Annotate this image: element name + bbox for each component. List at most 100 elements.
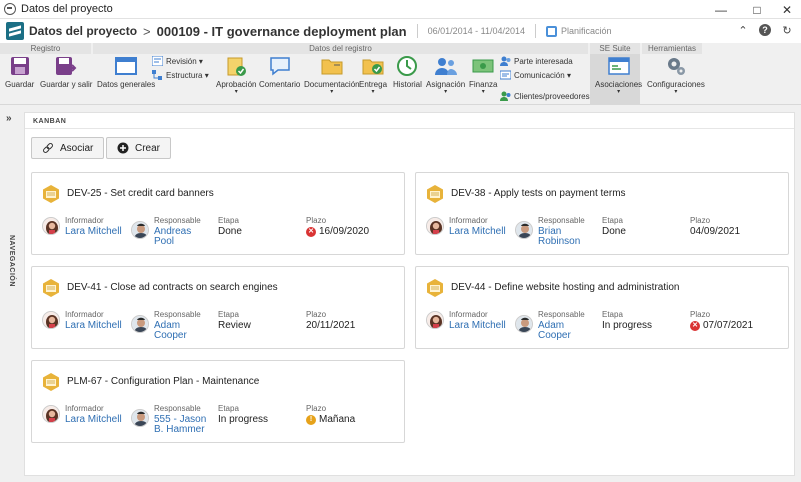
avatar-jason xyxy=(131,409,149,427)
card-title[interactable]: DEV-25 - Set credit card banners xyxy=(67,188,214,199)
settings-label: Configuraciones xyxy=(647,80,705,89)
divider xyxy=(25,128,794,129)
phase-label: Planificación xyxy=(561,26,612,36)
general-data-button[interactable]: Datos generales xyxy=(97,55,155,89)
refresh-button[interactable]: ↻ xyxy=(779,22,795,38)
users-icon xyxy=(434,55,458,77)
create-label: Crear xyxy=(135,142,161,154)
kanban-title: KANBAN xyxy=(33,118,67,125)
card-title[interactable]: PLM-67 - Configuration Plan - Maintenanc… xyxy=(67,376,259,387)
task-icon xyxy=(42,373,60,391)
save-button[interactable]: Guardar xyxy=(5,55,34,89)
documentation-button[interactable]: Documentación ▾ xyxy=(304,55,360,95)
history-button[interactable]: Historial xyxy=(393,55,422,89)
chevron-down-icon: ▾ xyxy=(617,89,621,95)
reporter-value[interactable]: Lara Mitchell xyxy=(65,414,122,425)
responsible-label: Responsable xyxy=(154,216,201,225)
project-name: 000109 - IT governance deployment plan xyxy=(156,23,407,39)
avatar-brian xyxy=(515,221,533,239)
reporter-avatar xyxy=(42,311,60,329)
responsible-value-line2[interactable]: Robinson xyxy=(538,236,580,247)
associate-button[interactable]: Asociar xyxy=(31,137,105,159)
card-title[interactable]: DEV-44 - Define website hosting and admi… xyxy=(451,282,679,293)
due-value: ✕ 16/09/2020 xyxy=(306,226,369,237)
reporter-label: Informador xyxy=(65,310,104,319)
maximize-button[interactable]: □ xyxy=(743,0,771,19)
stage-value: In progress xyxy=(602,320,653,331)
reporter-avatar xyxy=(42,405,60,423)
header-title: Datos del proyecto xyxy=(29,24,138,38)
collapse-button[interactable]: ⌃ xyxy=(735,22,751,38)
help-button[interactable]: ? xyxy=(757,22,773,38)
comment-icon xyxy=(268,55,292,77)
project-dates: 06/01/2014 - 11/04/2014 xyxy=(427,26,526,36)
save-icon xyxy=(8,55,32,77)
finance-button[interactable]: Finanza ▾ xyxy=(469,55,497,95)
responsible-value-line2[interactable]: Pool xyxy=(154,236,174,247)
create-button[interactable]: Crear xyxy=(106,137,172,159)
overdue-alert-icon: ✕ xyxy=(306,226,316,237)
communication-icon xyxy=(500,70,511,80)
navigation-panel[interactable]: » NAVEGACIÓN xyxy=(0,105,24,482)
due-value: ✕ 07/07/2021 xyxy=(690,320,753,331)
delivery-label: Entrega xyxy=(359,80,388,89)
stakeholder-button[interactable]: Parte interesada xyxy=(500,56,573,66)
responsible-label: Responsable xyxy=(538,310,585,319)
double-chevron-right-icon[interactable]: » xyxy=(6,113,12,124)
responsible-label: Responsable xyxy=(154,404,201,413)
associations-button[interactable]: Asociaciones ▾ xyxy=(595,55,642,95)
structure-dropdown[interactable]: Estructura ▾ xyxy=(152,70,209,80)
comment-button[interactable]: Comentario xyxy=(259,55,300,89)
card-title[interactable]: DEV-38 - Apply tests on payment terms xyxy=(451,188,626,199)
due-label: Plazo xyxy=(690,310,711,319)
close-window-button[interactable]: ✕ xyxy=(773,0,801,19)
save-and-exit-button[interactable]: Guardar y salir xyxy=(40,55,92,89)
due-label: Plazo xyxy=(306,216,327,225)
kanban-card[interactable]: DEV-38 - Apply tests on payment terms In… xyxy=(415,172,789,255)
documentation-label: Documentación xyxy=(304,80,360,89)
stakeholder-label: Parte interesada xyxy=(514,56,573,66)
reporter-label: Informador xyxy=(65,404,104,413)
phase-icon xyxy=(546,25,558,37)
structure-label: Estructura xyxy=(166,70,203,80)
group-label-registro: Registro xyxy=(0,43,91,54)
responsible-value-line2[interactable]: Cooper xyxy=(538,330,571,341)
delivery-icon xyxy=(361,55,385,77)
reporter-value[interactable]: Lara Mitchell xyxy=(449,320,506,331)
save-exit-icon xyxy=(54,55,78,77)
due-value: 20/11/2021 xyxy=(306,320,355,331)
reporter-value[interactable]: Lara Mitchell xyxy=(449,226,506,237)
due-label: Plazo xyxy=(306,404,327,413)
stage-label: Etapa xyxy=(602,216,623,225)
kanban-card[interactable]: DEV-44 - Define website hosting and admi… xyxy=(415,266,789,349)
assignment-button[interactable]: Asignación ▾ xyxy=(426,55,465,95)
approval-button[interactable]: Aprobación ▾ xyxy=(216,55,256,95)
clients-suppliers-button[interactable]: Clientes/proveedores xyxy=(500,91,590,101)
kanban-card[interactable]: DEV-25 - Set credit card banners Informa… xyxy=(31,172,405,255)
clients-label: Clientes/proveedores xyxy=(514,91,590,101)
communication-dropdown[interactable]: Comunicación ▾ xyxy=(500,70,571,80)
chevron-down-icon: ▾ xyxy=(198,56,203,66)
delivery-button[interactable]: Entrega ▾ xyxy=(359,55,387,95)
clients-icon xyxy=(500,91,511,101)
responsible-value-line2[interactable]: Cooper xyxy=(154,330,187,341)
card-title[interactable]: DEV-41 - Close ad contracts on search en… xyxy=(67,282,278,293)
chevron-down-icon: ▾ xyxy=(330,89,334,95)
responsible-value-line2[interactable]: B. Hammer xyxy=(154,424,205,435)
stage-value: Done xyxy=(602,226,626,237)
stage-value: Review xyxy=(218,320,251,331)
finance-label: Finanza xyxy=(469,80,498,89)
help-icon: ? xyxy=(759,24,771,36)
task-icon xyxy=(42,279,60,297)
settings-button[interactable]: Configuraciones ▾ xyxy=(647,55,705,95)
save-exit-label: Guardar y salir xyxy=(40,80,93,89)
reporter-value[interactable]: Lara Mitchell xyxy=(65,226,122,237)
reporter-value[interactable]: Lara Mitchell xyxy=(65,320,122,331)
due-date-text: 20/11/2021 xyxy=(306,320,356,331)
minimize-button[interactable]: — xyxy=(707,0,735,19)
kanban-card[interactable]: DEV-41 - Close ad contracts on search en… xyxy=(31,266,405,349)
kanban-card[interactable]: PLM-67 - Configuration Plan - Maintenanc… xyxy=(31,360,405,443)
revision-dropdown[interactable]: Revisión ▾ xyxy=(152,56,203,66)
chevron-down-icon: ▾ xyxy=(674,89,678,95)
plus-circle-icon xyxy=(117,142,129,154)
